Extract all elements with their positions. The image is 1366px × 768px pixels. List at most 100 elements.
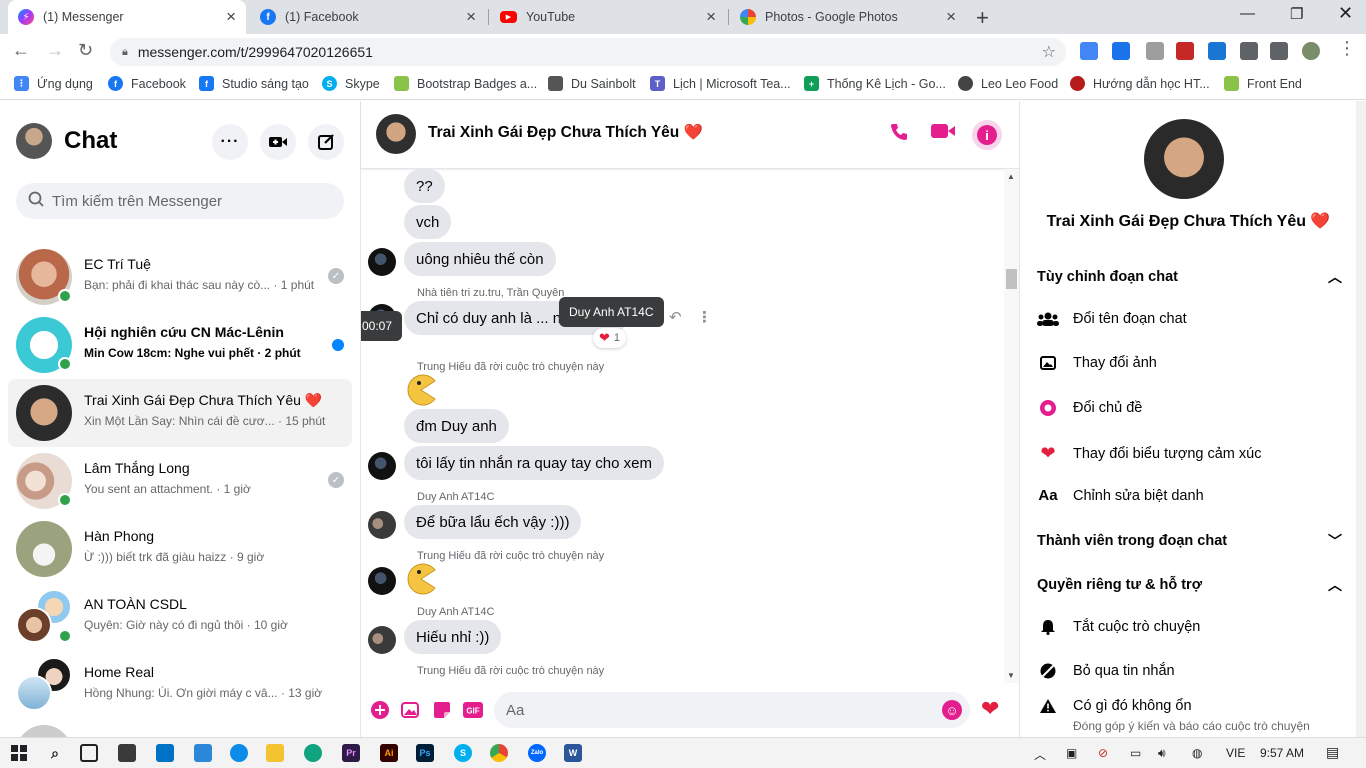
message-bubble[interactable]: Hiếu nhỉ :))	[404, 620, 502, 654]
reply-icon[interactable]: ↶	[669, 308, 682, 326]
app-icon[interactable]	[304, 744, 322, 762]
sender-avatar[interactable]	[368, 452, 396, 480]
change-emoji-item[interactable]: ❤ Thay đổi biểu tượng cảm xúc	[1037, 443, 1342, 464]
mail-icon[interactable]	[156, 744, 174, 762]
new-message-button[interactable]	[308, 124, 344, 160]
tray-app-icon[interactable]: ▣	[1066, 746, 1077, 760]
chat-title[interactable]: Trai Xinh Gái Đẹp Chưa Thích Yêu ❤️	[428, 123, 703, 142]
input-language[interactable]: VIE	[1226, 746, 1245, 760]
computer-icon[interactable]	[194, 744, 212, 762]
puzzle-icon[interactable]	[1240, 42, 1258, 60]
conversation-item[interactable]: EC Trí Tuệ Bạn: phải đi khai thác sau nà…	[8, 243, 352, 311]
sender-avatar[interactable]	[368, 511, 396, 539]
bookmark-sheets[interactable]: + Thống Kê Lịch - Go...	[804, 76, 946, 91]
conversation-item[interactable]: Hàn Phong Ừ :))) biết trk đã giàu haizz …	[8, 515, 352, 583]
zalo-icon[interactable]: Zalo	[528, 744, 546, 762]
edge-icon[interactable]	[230, 744, 248, 762]
sender-avatar[interactable]	[368, 567, 396, 595]
close-icon[interactable]: ×	[706, 7, 716, 27]
report-problem-item[interactable]: Có gì đó không ổn	[1037, 698, 1342, 714]
tray-network-off-icon[interactable]: ⊘	[1098, 746, 1108, 760]
task-view-icon[interactable]	[80, 744, 98, 762]
extension-icon[interactable]	[1176, 42, 1194, 60]
file-explorer-icon[interactable]	[266, 744, 284, 762]
tray-chevron-up-icon[interactable]: ︿	[1034, 746, 1046, 763]
restore-button[interactable]: ❐	[1290, 5, 1303, 23]
bookmark-skype[interactable]: S Skype	[322, 76, 380, 91]
section-customize-chat[interactable]: Tùy chỉnh đoạn chat ︿	[1037, 267, 1342, 287]
message-bubble[interactable]: vch	[404, 205, 452, 239]
windows-start-icon[interactable]	[10, 744, 28, 762]
conversation-item-selected[interactable]: Trai Xinh Gái Đẹp Chưa Thích Yêu ❤️ Xin …	[8, 379, 352, 447]
tab-youtube[interactable]: ▶ YouTube ×	[490, 0, 726, 34]
more-actions-button[interactable]	[370, 700, 390, 720]
pacman-sticker[interactable]	[405, 563, 437, 595]
scroll-up-arrow-icon[interactable]: ▲	[1007, 172, 1015, 181]
message-bubble[interactable]: uông nhiêu thế còn	[404, 242, 556, 276]
battery-icon[interactable]: ▭	[1130, 746, 1141, 760]
conversation-item[interactable]: Lâm Thắng Long You sent an attachment. ·…	[8, 447, 352, 515]
message-bubble[interactable]: ??	[404, 169, 445, 203]
options-button[interactable]: ···	[212, 124, 248, 160]
messenger-search-input[interactable]: Tìm kiếm trên Messenger	[16, 183, 344, 219]
phone-call-button[interactable]	[889, 122, 909, 148]
emoji-picker-icon[interactable]: ☺	[942, 700, 962, 720]
extension-icon[interactable]	[1208, 42, 1226, 60]
new-tab-button[interactable]: +	[976, 5, 989, 31]
sender-avatar[interactable]	[368, 626, 396, 654]
tab-google-photos[interactable]: Photos - Google Photos ×	[730, 0, 966, 34]
bookmark-facebook[interactable]: f Facebook	[108, 76, 186, 91]
chrome-icon[interactable]	[490, 744, 508, 762]
chat-avatar[interactable]	[376, 114, 416, 154]
forward-icon[interactable]: →	[46, 40, 64, 61]
new-video-call-button[interactable]	[260, 124, 296, 160]
change-photo-item[interactable]: Thay đổi ảnh	[1037, 355, 1342, 371]
message-bubble[interactable]: Để bữa lẩu ếch vậy :)))	[404, 505, 582, 539]
message-scrollbar[interactable]: ▲ ▼	[1004, 169, 1019, 683]
gif-button[interactable]: GIF	[463, 700, 483, 720]
address-bar[interactable]: 🔒︎ messenger.com/t/2999647020126651 ☆	[110, 38, 1066, 66]
extension-icon[interactable]	[1112, 42, 1130, 60]
conversation-avatar[interactable]	[1144, 119, 1224, 199]
photoshop-icon[interactable]: Ps	[416, 744, 434, 762]
notifications-icon[interactable]: ▤	[1326, 744, 1339, 761]
skype-icon[interactable]: S	[454, 744, 472, 762]
menu-kebab-icon[interactable]: ⋮	[1338, 38, 1356, 59]
minimize-button[interactable]: —	[1240, 5, 1255, 22]
video-call-button[interactable]	[930, 122, 956, 146]
user-avatar[interactable]	[16, 123, 52, 159]
clock[interactable]: 9:57 AM	[1260, 746, 1304, 760]
section-chat-members[interactable]: Thành viên trong đoạn chat ﹀	[1037, 531, 1342, 551]
message-input[interactable]: Aa ☺	[494, 692, 970, 728]
ignore-messages-item[interactable]: Bỏ qua tin nhắn	[1037, 663, 1342, 679]
bookmark-du-sainbolt[interactable]: Du Sainbolt	[548, 76, 636, 91]
profile-avatar[interactable]	[1302, 42, 1320, 60]
bookmark-front-end[interactable]: Front End	[1224, 76, 1302, 91]
download-extension-icon[interactable]	[1146, 42, 1164, 60]
scroll-down-arrow-icon[interactable]: ▼	[1007, 671, 1015, 680]
close-icon[interactable]: ×	[946, 7, 956, 27]
bookmark-leo-food[interactable]: Leo Leo Food	[958, 76, 1058, 91]
page-scrollbar[interactable]	[1356, 101, 1366, 737]
volume-icon[interactable]: 🔊︎	[1158, 746, 1166, 761]
close-window-button[interactable]: ✕	[1338, 3, 1353, 24]
illustrator-icon[interactable]: Ai	[380, 744, 398, 762]
media-control-icon[interactable]	[1270, 42, 1288, 60]
conversation-item[interactable]: Home Real Hồng Nhung: Úi. Ơn giời máy c …	[8, 651, 352, 719]
tab-facebook[interactable]: f (1) Facebook ×	[250, 0, 486, 34]
bookmark-studio[interactable]: f Studio sáng tạo	[199, 76, 309, 91]
scroll-thumb[interactable]	[1006, 269, 1017, 289]
bookmark-apps[interactable]: ⋮ Ứng dụng	[14, 76, 93, 91]
reaction-badge[interactable]: ❤ 1	[593, 328, 627, 348]
section-privacy-support[interactable]: Quyền riêng tư & hỗ trợ ︿	[1037, 575, 1342, 595]
message-bubble[interactable]: đm Duy anh	[404, 409, 509, 443]
store-icon[interactable]	[118, 744, 136, 762]
mute-conversation-item[interactable]: Tắt cuộc trò chuyện	[1037, 619, 1342, 635]
back-icon[interactable]: ←	[12, 40, 30, 61]
bookmark-huong-dan[interactable]: Hướng dẫn học HT...	[1070, 76, 1210, 91]
translate-extension-icon[interactable]	[1080, 42, 1098, 60]
edit-nicknames-item[interactable]: Aa Chỉnh sửa biệt danh	[1037, 487, 1342, 504]
sticker-button[interactable]	[432, 700, 452, 720]
language-globe-icon[interactable]: ◍	[1192, 746, 1202, 760]
attach-image-button[interactable]	[400, 700, 420, 720]
